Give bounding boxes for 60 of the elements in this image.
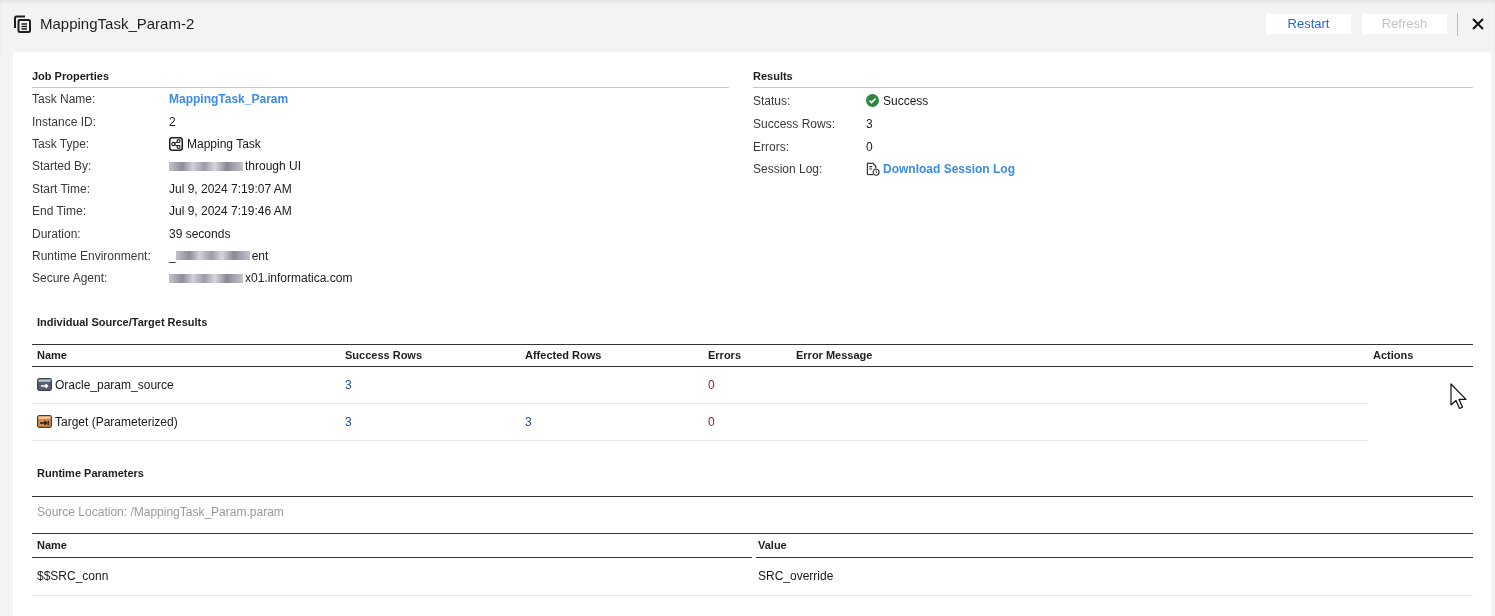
section-title: Job Properties bbox=[32, 69, 110, 83]
cursor-icon bbox=[1450, 383, 1468, 410]
source-location-text: Source Location: /MappingTask_Param.param bbox=[37, 504, 284, 519]
target-icon bbox=[37, 415, 52, 428]
column-header: Value bbox=[756, 533, 1473, 558]
property-label: End Time: bbox=[32, 204, 88, 219]
column-header: Actions bbox=[1372, 348, 1415, 362]
column-header: Error Message bbox=[795, 348, 874, 362]
table-cell: 0 bbox=[708, 377, 715, 392]
section-title: Results bbox=[753, 69, 793, 83]
property-value: ent bbox=[251, 248, 269, 263]
table-cell: Target (Parameterized) bbox=[55, 414, 178, 429]
property-value: Jul 9, 2024 7:19:07 AM bbox=[169, 181, 292, 196]
document-stack-icon bbox=[13, 15, 31, 33]
property-label: Start Time: bbox=[32, 181, 91, 196]
property-label: Secure Agent: bbox=[32, 271, 109, 286]
column-header: Name bbox=[36, 348, 68, 362]
property-label: Instance ID: bbox=[32, 114, 98, 129]
property-value: Jul 9, 2024 7:19:46 AM bbox=[169, 204, 292, 219]
property-value: through UI bbox=[245, 159, 302, 174]
table-cell: 3 bbox=[345, 377, 352, 392]
task-name-link[interactable]: MappingTask_Param bbox=[169, 92, 289, 107]
window-title: MappingTask_Param-2 bbox=[40, 15, 195, 33]
table-cell-text: SRC_override bbox=[757, 569, 835, 583]
property-value: Mapping Task bbox=[187, 136, 261, 151]
property-value: 2 bbox=[169, 114, 176, 129]
status-value: Success bbox=[883, 93, 929, 108]
toolbar-button[interactable]: Restart bbox=[1266, 14, 1351, 34]
table-cell: 3 bbox=[345, 414, 352, 429]
table-cell-text: $$SRC_conn bbox=[36, 569, 110, 583]
column-header: Errors bbox=[707, 348, 743, 362]
section-title: Individual Source/Target Results bbox=[37, 314, 208, 329]
property-label: Session Log: bbox=[753, 161, 824, 176]
section-title: Runtime Parameters bbox=[37, 465, 144, 480]
close-button[interactable] bbox=[1472, 18, 1484, 30]
property-label: Started By: bbox=[32, 159, 93, 174]
property-label: Status: bbox=[753, 93, 792, 108]
table-cell: 3 bbox=[525, 414, 532, 429]
property-label: Task Type: bbox=[32, 136, 91, 151]
column-header: Affected Rows bbox=[524, 348, 603, 362]
property-value: x01.informatica.com bbox=[245, 271, 353, 286]
property-value: 39 seconds bbox=[169, 226, 231, 241]
column-header: Success Rows bbox=[344, 348, 424, 362]
property-label: Runtime Environment: bbox=[32, 248, 152, 263]
share-nodes-icon bbox=[169, 136, 183, 151]
property-value: _ bbox=[169, 248, 176, 263]
column-header: Name bbox=[32, 533, 752, 558]
table-cell: 0 bbox=[708, 414, 715, 429]
property-label: Duration: bbox=[32, 226, 82, 241]
check-circle-icon bbox=[866, 94, 879, 107]
close-icon bbox=[1472, 18, 1484, 30]
property-label: Errors: bbox=[753, 139, 790, 154]
document-clock-icon bbox=[866, 161, 880, 176]
table-cell: Oracle_param_source bbox=[55, 377, 174, 392]
download-log-link[interactable]: Download Session Log bbox=[883, 161, 1015, 176]
property-label: Task Name: bbox=[32, 92, 97, 107]
source-icon bbox=[37, 378, 52, 391]
property-value: 0 bbox=[866, 139, 873, 154]
property-label: Success Rows: bbox=[753, 117, 837, 132]
property-value: 3 bbox=[866, 117, 873, 132]
